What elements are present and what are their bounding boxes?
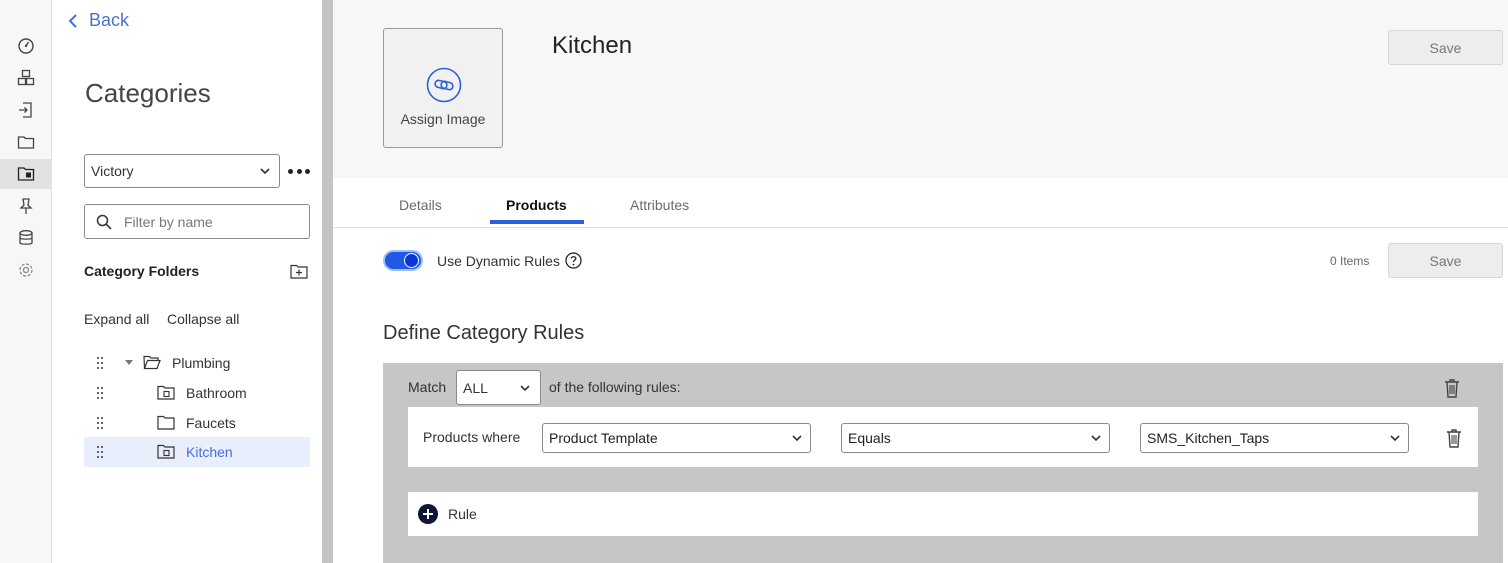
tree-item-kitchen[interactable]: Kitchen <box>84 437 310 467</box>
header-save-button[interactable]: Save <box>1388 30 1503 65</box>
add-rule-label: Rule <box>448 506 477 522</box>
link-icon <box>426 67 462 103</box>
tab-bar: Details Products Attributes <box>333 178 1508 228</box>
dot-icon <box>305 168 310 174</box>
chevron-down-icon <box>1091 435 1101 442</box>
dynamic-rules-label: Use Dynamic Rules <box>437 253 560 269</box>
rules-panel: Match ALL of the following rules: Produc… <box>383 363 1503 563</box>
back-label: Back <box>89 10 130 30</box>
rules-section-title: Define Category Rules <box>383 322 585 344</box>
assign-image-label: Assign Image <box>400 111 486 127</box>
icon-rail <box>0 0 52 563</box>
catalog-select-value: Victory <box>91 163 134 179</box>
delete-rule-icon[interactable] <box>1445 428 1463 448</box>
rule-field-value: Product Template <box>549 430 658 446</box>
rule-value-select[interactable]: SMS_Kitchen_Taps <box>1140 423 1409 453</box>
categories-icon <box>17 167 35 181</box>
products-icon <box>17 69 35 86</box>
sidebar-title: Categories <box>85 78 211 108</box>
items-count: 0 Items <box>1330 254 1370 268</box>
toggle-knob <box>404 253 419 268</box>
folder-icon <box>157 415 175 430</box>
folder-open-icon <box>143 355 161 370</box>
dot-icon <box>296 168 302 174</box>
match-suffix: of the following rules: <box>549 379 681 395</box>
tree-item-label: Kitchen <box>186 444 233 460</box>
chevron-left-icon <box>68 13 77 28</box>
tree-item-label: Plumbing <box>172 355 231 371</box>
category-folder-icon <box>157 385 175 400</box>
rule-prefix: Products where <box>423 429 521 445</box>
match-select-value: ALL <box>463 379 488 396</box>
help-icon[interactable] <box>565 252 582 269</box>
rule-field-select[interactable]: Product Template <box>542 423 811 453</box>
settings-icon <box>19 263 33 277</box>
rail-categories[interactable] <box>0 159 52 189</box>
products-save-button[interactable]: Save <box>1388 243 1503 278</box>
database-icon <box>19 230 33 245</box>
rail-database[interactable] <box>0 223 52 253</box>
filter-input[interactable] <box>124 213 304 230</box>
rule-operator-select[interactable]: Equals <box>841 423 1110 453</box>
chevron-down-icon <box>792 435 802 442</box>
dot-icon <box>288 168 293 174</box>
rule-value-value: SMS_Kitchen_Taps <box>1147 430 1270 446</box>
active-tab-indicator <box>490 220 584 224</box>
more-options-button[interactable] <box>288 164 310 178</box>
catalog-select[interactable]: Victory <box>84 154 280 188</box>
category-sidebar: Back Categories Victory Category Folders… <box>52 0 322 563</box>
delete-group-icon[interactable] <box>1443 378 1461 398</box>
category-folder-icon <box>157 444 175 459</box>
rail-folders[interactable] <box>0 127 52 157</box>
import-icon <box>19 102 32 118</box>
rail-dashboard[interactable] <box>0 31 52 61</box>
drag-handle-icon[interactable] <box>96 445 104 459</box>
page-title: Kitchen <box>552 32 633 59</box>
tree-item-plumbing[interactable]: Plumbing <box>84 348 310 378</box>
tree-item-label: Faucets <box>186 415 236 431</box>
expand-all-link[interactable]: Expand all <box>84 311 149 327</box>
dynamic-rules-toggle[interactable] <box>383 250 423 271</box>
chevron-down-icon <box>520 385 530 392</box>
tree-item-faucets[interactable]: Faucets <box>84 408 310 438</box>
rule-row: Products where Product Template Equals S… <box>408 407 1478 467</box>
rule-operator-value: Equals <box>848 430 891 446</box>
rail-pin[interactable] <box>0 191 52 221</box>
match-label: Match <box>408 379 447 395</box>
tree-item-bathroom[interactable]: Bathroom <box>84 378 310 408</box>
tab-details[interactable]: Details <box>399 197 442 213</box>
match-select[interactable]: ALL <box>456 370 541 405</box>
assign-image-button[interactable]: Assign Image <box>383 28 503 148</box>
caret-down-icon[interactable] <box>124 359 134 367</box>
main-content: Assign Image Kitchen Save Details Produc… <box>333 0 1508 563</box>
category-header: Assign Image Kitchen Save <box>333 0 1508 178</box>
add-rule-button[interactable]: Rule <box>408 492 1478 536</box>
drag-handle-icon[interactable] <box>96 356 104 370</box>
chevron-down-icon <box>1390 435 1400 442</box>
folder-icon <box>17 136 35 149</box>
tab-products[interactable]: Products <box>506 197 567 213</box>
tab-attributes[interactable]: Attributes <box>630 197 689 213</box>
rail-import[interactable] <box>0 95 52 125</box>
drag-handle-icon[interactable] <box>96 416 104 430</box>
panel-splitter[interactable] <box>322 0 333 563</box>
rail-products[interactable] <box>0 63 52 93</box>
category-folders-heading: Category Folders <box>84 263 200 279</box>
collapse-all-link[interactable]: Collapse all <box>167 311 239 327</box>
filter-field[interactable] <box>84 204 310 239</box>
search-icon <box>96 214 112 230</box>
tree-item-label: Bathroom <box>186 385 247 401</box>
dashboard-icon <box>18 38 34 54</box>
chevron-down-icon <box>260 168 270 175</box>
pin-icon <box>19 198 33 214</box>
back-link[interactable]: Back <box>66 10 129 31</box>
plus-circle-icon <box>418 504 438 524</box>
add-folder-icon[interactable] <box>290 263 308 279</box>
drag-handle-icon[interactable] <box>96 386 104 400</box>
rail-settings[interactable] <box>0 255 52 285</box>
